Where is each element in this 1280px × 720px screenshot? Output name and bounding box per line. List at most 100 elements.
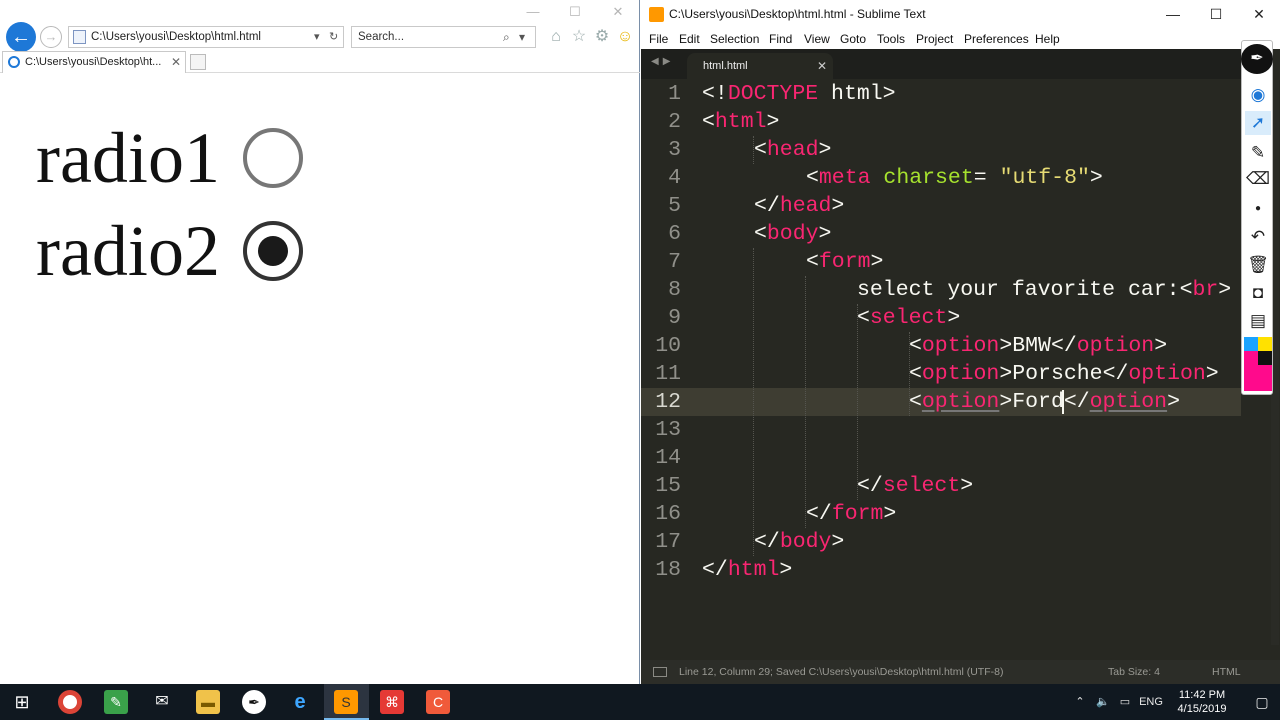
- close-tab-icon[interactable]: ✕: [817, 53, 827, 79]
- notifications-icon[interactable]: ▢: [1250, 684, 1274, 720]
- annotation-toolbar: ◉ ➚ ✎ ⌫ ● ↶ 🗑 ◘ ▤: [1241, 40, 1273, 395]
- eye-icon[interactable]: ◉: [1245, 83, 1271, 107]
- code-text: <head>: [754, 138, 832, 162]
- search-dropdown-icon[interactable]: ▾: [519, 27, 525, 47]
- code-text: <body>: [754, 222, 832, 246]
- search-placeholder: Search...: [358, 31, 405, 43]
- home-icon[interactable]: ⌂: [546, 27, 566, 47]
- code-line: 16 </form>: [641, 500, 1241, 528]
- menu-file[interactable]: File: [649, 29, 668, 49]
- maximize-icon[interactable]: ☐: [1194, 0, 1238, 29]
- menu-selection[interactable]: Selection: [710, 29, 759, 49]
- color-swatch-pink-2[interactable]: [1258, 365, 1272, 391]
- menu-edit[interactable]: Edit: [679, 29, 700, 49]
- pen-icon[interactable]: ✎: [1245, 141, 1271, 165]
- ie-tab-favicon-icon: [8, 56, 20, 68]
- pointer-icon[interactable]: ➚: [1245, 111, 1271, 135]
- menu-find[interactable]: Find: [769, 29, 792, 49]
- color-swatch-black[interactable]: [1258, 351, 1272, 365]
- new-tab-button[interactable]: [190, 54, 206, 70]
- pen-tool-logo-icon[interactable]: ✒: [1241, 44, 1273, 74]
- panel-toggle-icon[interactable]: [653, 667, 667, 677]
- address-bar[interactable]: C:\Users\yousi\Desktop\html.html ▾ ↻: [68, 26, 344, 48]
- windows-start-icon[interactable]: ⊞: [10, 690, 34, 714]
- dropdown-icon[interactable]: ▾: [314, 27, 320, 47]
- line-number: 13: [655, 418, 681, 442]
- minimize-icon[interactable]: —: [522, 4, 544, 20]
- clock[interactable]: 11:42 PM 4/15/2019: [1170, 688, 1234, 716]
- network-icon[interactable]: ▭: [1116, 684, 1134, 720]
- menu-project[interactable]: Project: [916, 29, 953, 49]
- menu-view[interactable]: View: [804, 29, 830, 49]
- close-tab-icon[interactable]: ✕: [171, 52, 181, 72]
- code-line: 17 </body>: [641, 528, 1241, 556]
- menu-tools[interactable]: Tools: [877, 29, 905, 49]
- search-icon[interactable]: ⌕: [503, 27, 510, 47]
- favorites-star-icon[interactable]: ☆: [569, 27, 589, 47]
- undo-icon[interactable]: ↶: [1245, 225, 1271, 249]
- menu-help[interactable]: Help: [1035, 29, 1060, 49]
- menu-preferences[interactable]: Preferences: [964, 29, 1029, 49]
- line-number: 6: [668, 222, 681, 246]
- line-number: 18: [655, 558, 681, 582]
- sublime-text-icon[interactable]: S: [334, 690, 358, 714]
- code-text: select your favorite car:<br>: [857, 278, 1232, 302]
- line-number: 16: [655, 502, 681, 526]
- sublime-app-icon: [649, 7, 664, 22]
- eraser-icon[interactable]: ⌫: [1245, 167, 1271, 191]
- volume-icon[interactable]: 🔈: [1092, 684, 1114, 720]
- camtasia-icon[interactable]: C: [426, 690, 450, 714]
- internet-explorer-icon[interactable]: e: [288, 690, 312, 714]
- ie-tab[interactable]: C:\Users\yousi\Desktop\ht... ✕: [2, 51, 186, 73]
- pen-app-icon[interactable]: ✒: [242, 690, 266, 714]
- search-box[interactable]: Search... ⌕ ▾: [351, 26, 536, 48]
- chrome-icon[interactable]: [58, 690, 82, 714]
- back-button[interactable]: ←: [6, 22, 36, 52]
- refresh-icon[interactable]: ↻: [329, 27, 338, 47]
- file-explorer-icon[interactable]: ▬: [196, 690, 220, 714]
- radio2-label: radio2: [36, 211, 220, 291]
- tray-expand-icon[interactable]: ⌃: [1070, 684, 1090, 720]
- maximize-icon[interactable]: ☐: [564, 4, 586, 20]
- line-number: 3: [668, 138, 681, 162]
- line-number: 7: [668, 250, 681, 274]
- close-icon[interactable]: ✕: [1237, 0, 1280, 29]
- color-swatch-blue[interactable]: [1244, 337, 1258, 351]
- code-line: 8 select your favorite car:<br>: [641, 276, 1241, 304]
- menu-goto[interactable]: Goto: [840, 29, 866, 49]
- minimize-icon[interactable]: —: [1151, 0, 1195, 29]
- ie-address-row: ← → C:\Users\yousi\Desktop\html.html ▾ ↻…: [0, 22, 640, 52]
- radio2-button[interactable]: [243, 221, 303, 281]
- settings-gear-icon[interactable]: ⚙: [592, 27, 612, 47]
- trash-icon[interactable]: 🗑: [1245, 253, 1271, 277]
- line-number: 1: [668, 82, 681, 106]
- code-line: 14: [641, 444, 1241, 472]
- editor-tab[interactable]: html.html ✕: [687, 53, 833, 79]
- line-number: 2: [668, 110, 681, 134]
- forward-button[interactable]: →: [40, 26, 62, 48]
- close-icon[interactable]: ✕: [607, 4, 629, 20]
- notepad-icon[interactable]: ✎: [104, 690, 128, 714]
- mail-icon[interactable]: ✉: [150, 690, 174, 714]
- color-swatch-pink[interactable]: [1244, 351, 1258, 391]
- tab-scroll-arrows-icon[interactable]: ◀▶: [651, 56, 674, 67]
- code-editor[interactable]: 1 <!DOCTYPE html> 2 <html> 3 <head> 4 <m…: [641, 80, 1241, 660]
- status-syntax[interactable]: HTML: [1212, 660, 1241, 684]
- clipboard-icon[interactable]: ▤: [1245, 309, 1271, 333]
- language-indicator[interactable]: ENG: [1136, 684, 1166, 720]
- code-text: <option>BMW</option>: [909, 334, 1168, 358]
- camera-icon[interactable]: ◘: [1245, 281, 1271, 305]
- code-line: 7 <form>: [641, 248, 1241, 276]
- line-number: 11: [655, 362, 681, 386]
- smiley-feedback-icon[interactable]: ☺: [615, 27, 635, 47]
- code-line: 2 <html>: [641, 108, 1241, 136]
- radio1-button[interactable]: [243, 128, 303, 188]
- color-swatch-yellow[interactable]: [1258, 337, 1272, 351]
- line-number: 4: [668, 166, 681, 190]
- acrobat-icon[interactable]: ⌘: [380, 690, 404, 714]
- line-number: 10: [655, 334, 681, 358]
- code-text: <html>: [702, 110, 780, 134]
- dot-size-icon[interactable]: ●: [1245, 197, 1271, 221]
- status-tab-size[interactable]: Tab Size: 4: [1108, 660, 1160, 684]
- line-number: 9: [668, 306, 681, 330]
